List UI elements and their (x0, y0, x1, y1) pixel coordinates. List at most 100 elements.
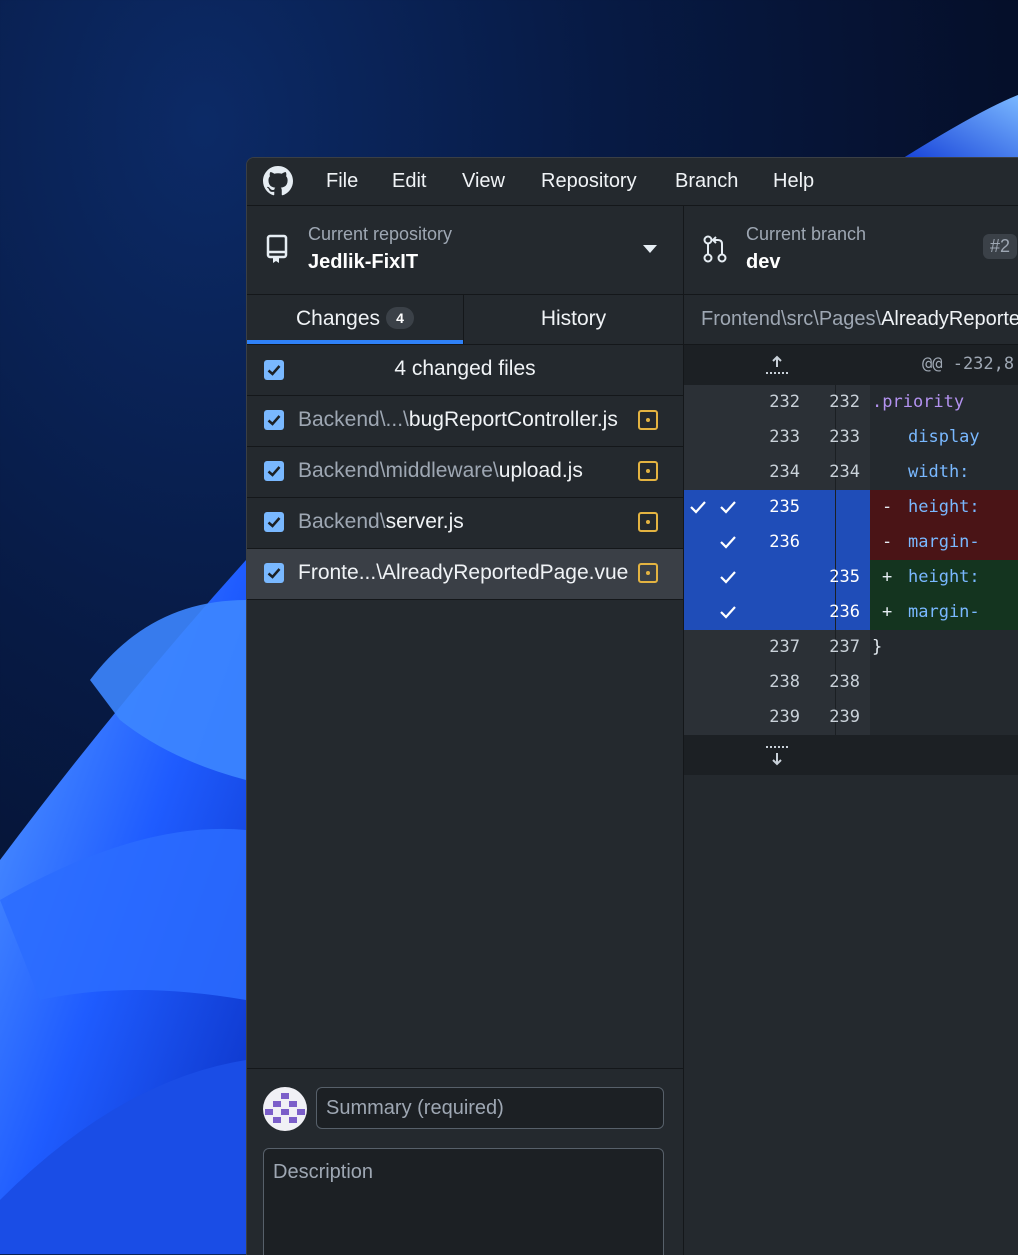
expand-up-button[interactable]: @@ -232,8 (684, 345, 1018, 385)
avatar (263, 1087, 307, 1131)
diff-line-changed[interactable]: 236- margin- (684, 525, 1018, 560)
code-line: width: (870, 455, 1018, 490)
file-row-selected[interactable]: Fronte...\AlreadyReportedPage.vue (247, 549, 683, 600)
pull-request-badge[interactable]: #2 (983, 234, 1018, 259)
code-text: height: (908, 567, 980, 587)
diff-path-text: Frontend\src\Pages\AlreadyReportedPage.v… (701, 308, 1018, 330)
diff-pane: Frontend\src\Pages\AlreadyReportedPage.v… (684, 295, 1018, 1255)
file-path: Backend\middleware\upload.js (298, 459, 583, 482)
menu-bar: File Edit View Repository Branch Help (247, 158, 1018, 206)
code-line: display (870, 420, 1018, 455)
chevron-down-icon (643, 245, 657, 253)
menu-branch[interactable]: Branch (675, 170, 738, 193)
menu-view[interactable]: View (462, 170, 505, 193)
checkmark-icon (267, 415, 281, 426)
repository-name: Jedlik-FixIT (308, 251, 419, 273)
file-checkbox[interactable] (264, 512, 284, 532)
menu-edit[interactable]: Edit (392, 170, 426, 193)
old-line-number: 237 (769, 637, 800, 657)
branch-name: dev (746, 251, 781, 273)
new-line-number: 237 (829, 637, 860, 657)
commit-summary-input[interactable] (316, 1087, 664, 1129)
tab-changes-label: Changes (295, 307, 381, 330)
menu-repository[interactable]: Repository (541, 170, 637, 193)
toolbar: Current repository Jedlik-FixIT Current … (247, 206, 1018, 295)
code-line: + margin- (870, 595, 1018, 630)
current-branch-button[interactable]: Current branch dev #2 (684, 206, 1018, 294)
diff-line-changed[interactable]: 236 + margin- (684, 595, 1018, 630)
diff-line-changed[interactable]: 235- height: (684, 490, 1018, 525)
old-line-number: 233 (769, 427, 800, 447)
changed-files-count: 4 changed files (394, 357, 536, 380)
new-line-number: 234 (829, 462, 860, 482)
checkmark-icon (690, 501, 706, 514)
code-line: + height: (870, 560, 1018, 595)
code-text: } (872, 637, 883, 657)
diff-line: 238 238 (684, 665, 1018, 700)
diff-sign: + (882, 602, 893, 622)
code-text: margin- (908, 602, 980, 622)
checkmark-icon (267, 466, 281, 477)
new-line-number: 232 (829, 392, 860, 412)
expand-up-icon (766, 355, 788, 374)
file-path: Backend\...\bugReportController.js (298, 408, 618, 431)
active-tab-indicator (247, 340, 463, 344)
modified-icon (638, 512, 658, 532)
diff-line-changed[interactable]: 235 + height: (684, 560, 1018, 595)
code-text: margin- (908, 532, 980, 552)
file-row[interactable]: Backend\...\bugReportController.js (247, 396, 683, 447)
menu-file[interactable]: File (326, 170, 358, 193)
code-line: - margin- (870, 525, 1018, 560)
diff-sign: - (882, 532, 893, 552)
checkmark-icon (720, 571, 736, 584)
file-row[interactable]: Backend\middleware\upload.js (247, 447, 683, 498)
diff-line: 239 239 (684, 700, 1018, 735)
changed-files-header: 4 changed files (247, 345, 683, 396)
changes-count-badge: 4 (386, 307, 415, 329)
checkmark-icon (720, 606, 736, 619)
file-checkbox[interactable] (264, 563, 284, 583)
tab-bar: Changes 4 History (247, 295, 683, 345)
menu-help[interactable]: Help (773, 170, 814, 193)
code-line (870, 665, 1018, 700)
changes-pane: Changes 4 History 4 changed files Backend… (247, 295, 684, 1255)
file-checkbox[interactable] (264, 410, 284, 430)
modified-icon (638, 461, 658, 481)
code-text: .priority (872, 392, 965, 412)
expand-down-button[interactable] (684, 735, 1018, 775)
current-repository-button[interactable]: Current repository Jedlik-FixIT (247, 206, 684, 294)
file-path: Backend\server.js (298, 510, 464, 533)
hunk-header: @@ -232,8 (922, 354, 1015, 374)
file-row[interactable]: Backend\server.js (247, 498, 683, 549)
modified-icon (638, 563, 658, 583)
diff-sign: - (882, 497, 893, 517)
repo-icon (266, 234, 288, 263)
tab-history[interactable]: History (464, 295, 683, 344)
commit-description-input[interactable] (263, 1148, 664, 1255)
code-text: display (908, 427, 980, 447)
checkmark-icon (267, 517, 281, 528)
current-branch-label: Current branch (746, 224, 867, 244)
new-line-number: 235 (829, 567, 860, 587)
github-logo-icon (263, 166, 293, 196)
commit-form (247, 1068, 683, 1255)
old-line-number: 232 (769, 392, 800, 412)
new-line-number: 238 (829, 672, 860, 692)
github-desktop-window: File Edit View Repository Branch Help Cu… (246, 157, 1018, 1255)
new-line-number: 239 (829, 707, 860, 727)
expand-down-icon (766, 746, 788, 766)
new-line-number: 233 (829, 427, 860, 447)
checkmark-icon (720, 501, 736, 514)
new-line-number: 236 (829, 602, 860, 622)
current-repository-label: Current repository (308, 224, 453, 244)
tab-changes[interactable]: Changes 4 (247, 295, 463, 344)
diff-line: 233 233 display (684, 420, 1018, 455)
checkmark-icon (720, 536, 736, 549)
code-line: .priority (870, 385, 1018, 420)
diff-sign: + (882, 567, 893, 587)
file-checkbox[interactable] (264, 461, 284, 481)
diff-line: 234 234 width: (684, 455, 1018, 490)
diff-line: 232 232 .priority (684, 385, 1018, 420)
code-text: height: (908, 497, 980, 517)
old-line-number: 239 (769, 707, 800, 727)
